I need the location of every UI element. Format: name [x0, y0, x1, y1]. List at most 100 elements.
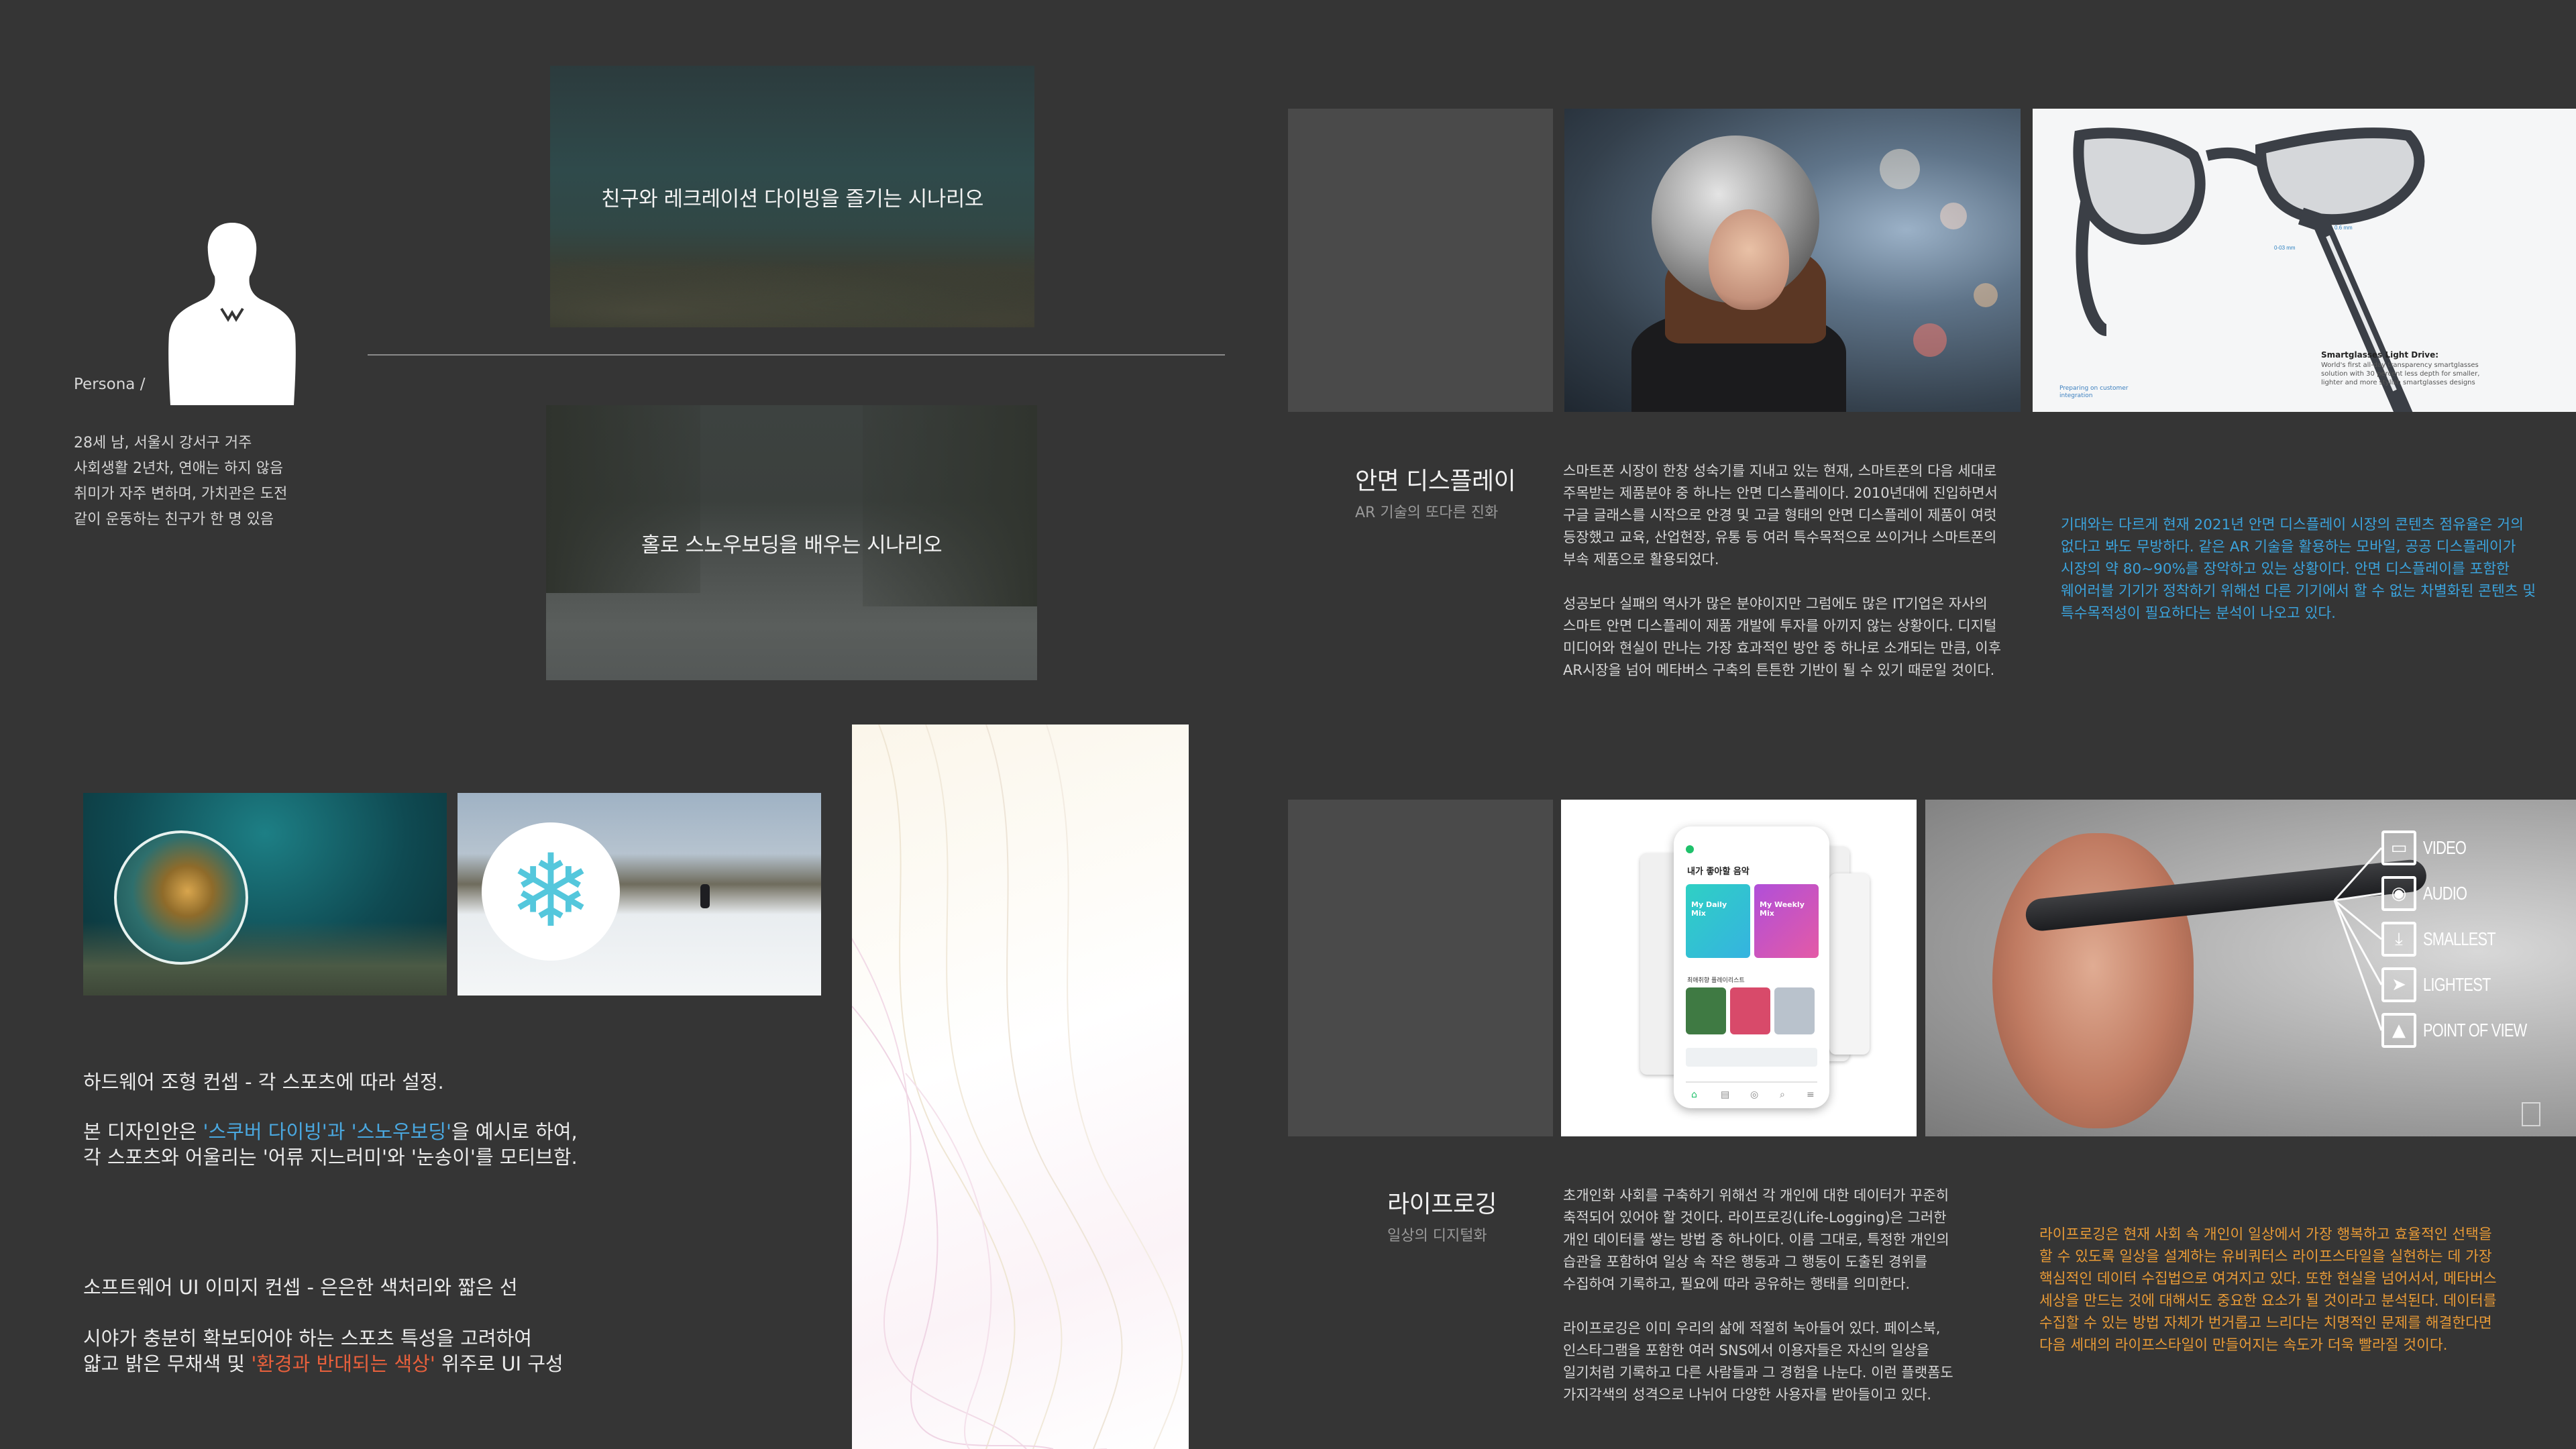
persona-silhouette: [168, 223, 296, 405]
paragraph-line: 습관을 포함하여 일상 속 작은 행동과 그 행동이 도출된 경위를: [1563, 1254, 1928, 1270]
paragraph-line: 개인 데이터를 쌓는 방법 중 하나이다. 이름 그대로, 특정한 개인의: [1563, 1232, 1949, 1248]
landscape-icon: ▲: [2381, 1013, 2416, 1048]
playlist-tile-label: My Daily Mix: [1691, 900, 1727, 918]
persona-label: Persona /: [74, 376, 146, 393]
insight-line: 다음 세대의 라이프스타일이 만들어지는 속도가 더욱 빨라질 것이다.: [2039, 1337, 2448, 1354]
playlist-tile-label: My Weekly Mix: [1760, 900, 1805, 918]
text-span: 얇고 밝은 무채색 및: [83, 1352, 252, 1375]
playlist-tile: My Daily Mix: [1686, 884, 1750, 958]
hardware-concept-line: 각 스포츠와 어울리는 '어류 지느러미'와 '눈송이'를 모티브함.: [83, 1146, 578, 1169]
svg-text:0-03 mm: 0-03 mm: [2274, 245, 2296, 251]
skier-figure: [700, 884, 710, 908]
paragraph-line: 등장했고 교육, 산업현장, 유통 등 여러 특수목적으로 쓰이거나 스마트폰의: [1563, 529, 1997, 545]
bokeh-light: [1880, 149, 1920, 189]
paragraph-line: 라이프로깅은 이미 우리의 삶에 적절히 녹아들어 있다. 페이스북,: [1563, 1320, 1941, 1336]
software-concept-line: 얇고 밝은 무채색 및 '환경과 반대되는 색상' 위주로 UI 구성: [83, 1351, 564, 1377]
paragraph-line: AR시장을 넘어 메타버스 구축의 튼튼한 기반이 될 수 있기 때문일 것이다…: [1563, 662, 1995, 678]
hardware-concept-body: 본 디자인안은 '스쿠버 다이빙'과 '스노우보딩'을 예시로 하여, 각 스포…: [83, 1119, 578, 1170]
concept-image-diving: [83, 793, 447, 996]
software-concept-body: 시야가 충분히 확보되어야 하는 스포츠 특성을 고려하여 얇고 밝은 무채색 …: [83, 1326, 564, 1377]
app-subsection-title: 최애취향 플레이리스트: [1687, 977, 1745, 984]
album-art: [1774, 987, 1815, 1034]
radio-tab-icon[interactable]: ◎: [1750, 1089, 1758, 1100]
lifelogging-paragraph: 라이프로깅은 이미 우리의 삶에 적절히 녹아들어 있다. 페이스북, 인스타그…: [1563, 1318, 1953, 1406]
insight-line: 세상을 만드는 것에 대해서도 중요한 요소가 될 것이라고 분석된다. 데이터…: [2039, 1293, 2497, 1309]
app-logo-icon: [1686, 845, 1694, 853]
paragraph-line: 가지각색의 성격으로 나뉘어 다양한 사용자를 받아들이고 있다.: [1563, 1387, 1932, 1403]
text-span: 을 예시로 하여,: [451, 1120, 578, 1143]
lifelogging-insight: 라이프로깅은 현재 사회 속 개인이 일상에서 가장 행복하고 효율적인 선택을…: [2039, 1224, 2497, 1356]
software-concept-line: 시야가 충분히 확보되어야 하는 스포츠 특성을 고려하여: [83, 1327, 532, 1350]
feature-label: POINT OF VIEW: [2423, 1020, 2527, 1040]
paragraph-line: 성공보다 실패의 역사가 많은 분야이지만 그럼에도 많은 IT기업은 자사의: [1563, 596, 1988, 612]
feature-label: VIDEO: [2423, 837, 2467, 858]
snowflake-icon: ❄: [508, 833, 593, 950]
lifelogging-paragraph: 초개인화 사회를 구축하기 위해선 각 개인에 대한 데이터가 꾸준히 축적되어…: [1563, 1185, 1949, 1295]
ar-display-paragraph: 성공보다 실패의 역사가 많은 분야이지만 그럼에도 많은 IT기업은 자사의 …: [1563, 593, 2001, 682]
forest-image: [863, 405, 1037, 606]
paragraph-line: 주목받는 제품분야 중 하나는 안면 디스플레이다. 2010년대에 진입하면서: [1563, 485, 1998, 501]
reef-image: [550, 247, 1034, 327]
persona-bio: 28세 남, 서울시 강서구 거주 사회생활 2년차, 연애는 하지 않음 취미…: [74, 431, 287, 533]
music-app-mockup: 내가 좋아할 음악 My Daily Mix My Weekly Mix 최애취…: [1561, 800, 1917, 1136]
paragraph-line: 초개인화 사회를 구축하기 위해선 각 개인에 대한 데이터가 꾸준히: [1563, 1187, 1949, 1203]
bokeh-light: [1940, 203, 1967, 229]
insight-line: 특수목적성이 필요하다는 분석이 나오고 있다.: [2061, 605, 2336, 622]
scenario-card-snowboard: 홀로 스노우보딩을 배우는 시나리오: [546, 405, 1037, 680]
paragraph-line: 스마트 안면 디스플레이 제품 개발에 투자를 아끼지 않는 상황이다. 디지털: [1563, 618, 1997, 634]
lifelogging-title: 라이프로깅: [1387, 1191, 1497, 1218]
face-shape: [1709, 209, 1789, 310]
forest-image: [546, 405, 700, 593]
app-card-back: [1829, 873, 1870, 1055]
insight-line: 라이프로깅은 현재 사회 속 개인이 일상에서 가장 행복하고 효율적인 선택을: [2039, 1226, 2492, 1243]
scenario-title-diving: 친구와 레크레이션 다이빙을 즐기는 시나리오: [601, 186, 983, 211]
paragraph-line: 수집하여 기록하고, 필요에 따라 공유하는 행태를 의미한다.: [1563, 1276, 1911, 1292]
insight-line: 기대와는 다르게 현재 2021년 안면 디스플레이 시장의 콘텐츠 점유율은 …: [2061, 517, 2524, 533]
smallest-icon: ⤓: [2381, 922, 2416, 957]
phone-frame: 내가 좋아할 음악 My Daily Mix My Weekly Mix 최애취…: [1674, 826, 1829, 1108]
feature-lightest: ➤ LIGHTEST: [2381, 967, 2510, 1002]
glasses-illustration: 0-03 mm 0.6 mm: [2073, 127, 2425, 412]
ar-display-insight: 기대와는 다르게 현재 2021년 안면 디스플레이 시장의 콘텐츠 점유율은 …: [2061, 514, 2536, 625]
wave-lines: [852, 724, 1183, 1449]
playlist-tile: My Weekly Mix: [1754, 884, 1819, 958]
highlight-blue: '스쿠버 다이빙'과 '스노우보딩': [203, 1120, 452, 1143]
ar-display-paragraph: 스마트폰 시장이 한창 성숙기를 지내고 있는 현재, 스마트폰의 다음 세대로…: [1563, 460, 1998, 571]
svg-text:0.6 mm: 0.6 mm: [2334, 225, 2353, 231]
snowflake-lens-icon: ❄: [482, 822, 620, 961]
persona-bio-line: 사회생활 2년차, 연애는 하지 않음: [74, 460, 284, 477]
ar-display-subtitle: AR 기술의 또다른 진화: [1355, 504, 1499, 521]
player-bar[interactable]: [1686, 1048, 1817, 1067]
scenario-divider: [368, 354, 1225, 356]
paragraph-line: 구글 글래스를 시작으로 안경 및 고글 형태의 안면 디스플레이 제품이 여럿: [1563, 507, 1997, 523]
menu-tab-icon[interactable]: ≡: [1807, 1089, 1815, 1100]
bokeh-light: [1913, 323, 1947, 357]
fish-fin-lens-icon: [114, 830, 248, 965]
wave-texture-panel: [852, 724, 1189, 1449]
insight-line: 할 수 있도록 일상을 설계하는 유비쿼터스 라이프스타일을 실현하는 데 가장: [2039, 1248, 2492, 1265]
glasses-footer-note: Preparing on customer integration: [2059, 385, 2129, 399]
smartglasses-diagram: 0-03 mm 0.6 mm Smartglasses Light Drive:…: [2033, 109, 2576, 412]
persona-bio-line: 28세 남, 서울시 강서구 거주: [74, 435, 252, 451]
concept-image-snowboard: ❄: [458, 793, 821, 996]
insight-line: 없다고 봐도 무방하다. 같은 AR 기술을 활용하는 모바일, 공공 디스플레…: [2061, 539, 2516, 555]
insight-line: 시장의 약 80~90%를 장악하고 있는 상황이다. 안면 디스플레이를 포함…: [2061, 561, 2510, 578]
bokeh-light: [1974, 283, 1998, 307]
feature-point-of-view: ▲ POINT OF VIEW: [2381, 1013, 2556, 1048]
persona-bio-line: 같이 운동하는 친구가 한 명 있음: [74, 511, 274, 528]
tab-divider: [1686, 1081, 1817, 1083]
library-tab-icon[interactable]: ▤: [1721, 1089, 1729, 1100]
app-section-title: 내가 좋아할 음악: [1687, 867, 1750, 877]
home-tab-icon[interactable]: ⌂: [1691, 1089, 1697, 1100]
paragraph-line: 스마트폰 시장이 한창 성숙기를 지내고 있는 현재, 스마트폰의 다음 세대로: [1563, 463, 1997, 479]
feature-smallest: ⤓ SMALLEST: [2381, 922, 2516, 957]
scenario-title-snowboard: 홀로 스노우보딩을 배우는 시나리오: [641, 533, 943, 557]
software-concept-heading: 소프트웨어 UI 이미지 컨셉 - 은은한 색처리와 짧은 선: [83, 1276, 518, 1299]
paragraph-line: 일기처럼 기록하고 다른 사람들과 그 경험을 나눈다. 이런 플랫폼도: [1563, 1364, 1953, 1381]
search-tab-icon[interactable]: ⌕: [1780, 1089, 1785, 1100]
ar-display-title: 안면 디스플레이: [1355, 468, 1516, 495]
lifelogging-subtitle: 일상의 디지털화: [1387, 1228, 1487, 1244]
glasses-caption-title: Smartglasses Light Drive:: [2321, 350, 2439, 360]
paragraph-line: 인스타그램을 포함한 여러 SNS에서 이용자들은 자신의 일상을: [1563, 1342, 1930, 1358]
feature-audio: ◉ AUDIO: [2381, 876, 2479, 911]
